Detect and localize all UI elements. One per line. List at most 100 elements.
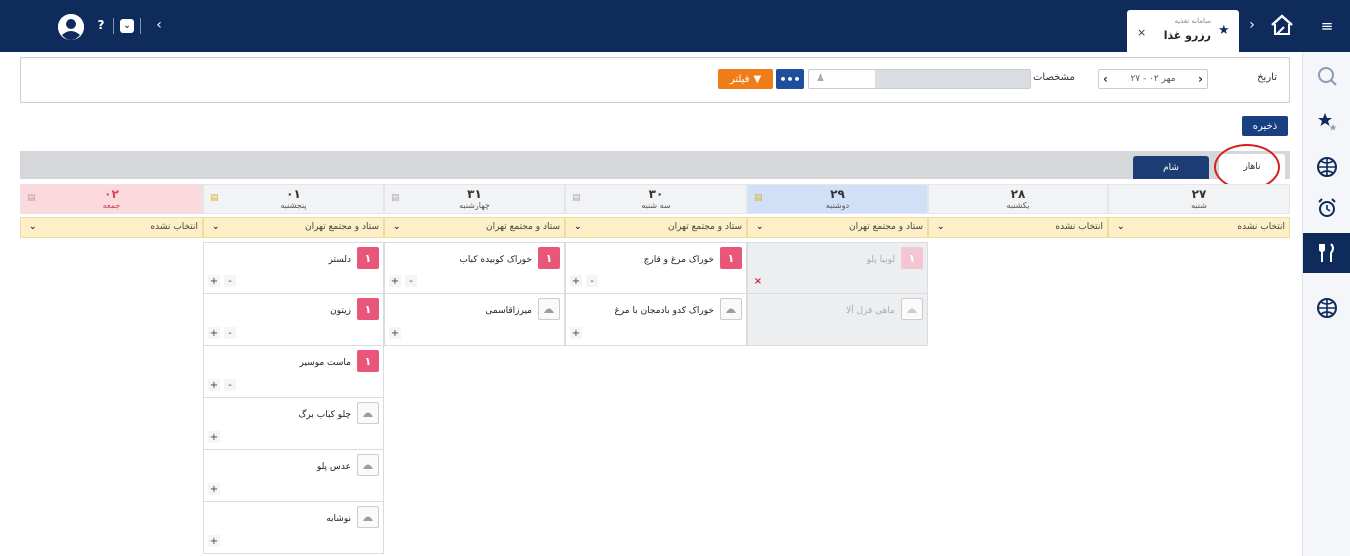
- chevron-left-icon[interactable]: ‹: [150, 16, 168, 34]
- star-icon[interactable]: ★: [1218, 23, 1230, 38]
- chevron-right-icon[interactable]: ›: [1244, 16, 1260, 34]
- decrease-button[interactable]: -: [405, 275, 417, 287]
- increase-button[interactable]: +: [208, 483, 220, 495]
- decrease-button[interactable]: -: [586, 275, 598, 287]
- user-avatar-icon[interactable]: [58, 14, 84, 40]
- day-number: ۲۸: [1010, 187, 1026, 201]
- day-name: چهارشنبه: [459, 201, 490, 210]
- food-placeholder-icon: [901, 298, 923, 320]
- food-name: دلستر: [328, 255, 351, 265]
- location-value: انتخاب نشده: [1055, 222, 1103, 232]
- save-button[interactable]: ذخیره: [1242, 116, 1288, 136]
- increase-button[interactable]: +: [208, 379, 220, 391]
- chevron-right-icon[interactable]: ›: [1198, 72, 1203, 86]
- food-count-badge: ۱: [720, 247, 742, 269]
- filter-button[interactable]: فیلتر ▼: [718, 69, 773, 89]
- date-picker[interactable]: ‹ مهر ۰۲ - ۲۷ ›: [1098, 69, 1208, 89]
- food-name: عدس پلو: [316, 462, 351, 472]
- location-select[interactable]: انتخاب نشده ⌄: [1108, 217, 1290, 238]
- food-count-badge: ۱: [357, 247, 379, 269]
- filter-panel: تاریخ ‹ مهر ۰۲ - ۲۷ › مشخصات ♟ ••• فیلتر…: [20, 57, 1290, 103]
- location-select[interactable]: انتخاب نشده ⌄: [928, 217, 1108, 238]
- increase-button[interactable]: +: [208, 431, 220, 443]
- food-count-badge: ۱: [901, 247, 923, 269]
- food-card: نوشابه +: [203, 502, 384, 554]
- location-select[interactable]: انتخاب نشده ⌄: [20, 217, 203, 238]
- chevron-down-icon: ⌄: [29, 222, 37, 232]
- increase-button[interactable]: +: [208, 275, 220, 287]
- food-card: میرزاقاسمی +: [384, 294, 565, 346]
- day-number: ۲۹: [830, 187, 845, 201]
- day-header-thursday: ▤ ۰۱ پنجشنبه: [203, 184, 384, 214]
- day-header-wednesday: ▤ ۳۱ چهارشنبه: [384, 184, 565, 214]
- location-value: انتخاب نشده: [150, 222, 198, 232]
- food-name: چلو کباب برگ: [298, 410, 351, 420]
- increase-button[interactable]: +: [570, 327, 582, 339]
- food-card: ماهی قزل آلا: [747, 294, 928, 346]
- date-label: تاریخ: [1257, 72, 1277, 83]
- increase-button[interactable]: +: [208, 535, 220, 547]
- day-header-sunday: ۲۸ یکشنبه: [928, 184, 1108, 214]
- help-icon[interactable]: ?: [92, 16, 110, 34]
- globe-icon[interactable]: [1303, 147, 1350, 187]
- location-select[interactable]: ستاد و مجتمع تهران ⌄: [747, 217, 928, 238]
- tab-dinner[interactable]: شام: [1133, 156, 1209, 179]
- food-name: ماهی قزل آلا: [846, 306, 895, 316]
- food-count-badge: ۱: [357, 298, 379, 320]
- location-select[interactable]: ستاد و مجتمع تهران ⌄: [565, 217, 747, 238]
- food-count-badge: ۱: [538, 247, 560, 269]
- decrease-button[interactable]: -: [224, 275, 236, 287]
- more-button[interactable]: •••: [776, 69, 804, 89]
- food-icon[interactable]: [1303, 233, 1350, 273]
- food-placeholder-icon: [357, 402, 379, 424]
- location-value: ستاد و مجتمع تهران: [485, 222, 560, 232]
- top-bar: ? ⌄ ‹ × سامانه تغذیه رزرو غذا ★ › ≡: [0, 0, 1350, 52]
- day-name: شنبه: [1191, 201, 1207, 210]
- food-placeholder-icon: [357, 506, 379, 528]
- home-icon[interactable]: [1268, 12, 1296, 38]
- food-card: ۱ لوبیا پلو ×: [747, 242, 928, 294]
- meal-tabs-strip: [20, 151, 1290, 179]
- date-value: مهر ۰۲ - ۲۷: [1130, 74, 1176, 84]
- favorites-icon[interactable]: [1303, 102, 1350, 142]
- chevron-down-icon[interactable]: ⌄: [120, 19, 134, 33]
- location-select[interactable]: ستاد و مجتمع تهران ⌄: [203, 217, 384, 238]
- alarm-icon[interactable]: [1303, 188, 1350, 228]
- increase-button[interactable]: +: [208, 327, 220, 339]
- chevron-down-icon: ⌄: [937, 222, 945, 232]
- food-name: لوبیا پلو: [866, 255, 895, 265]
- decrease-button[interactable]: -: [224, 327, 236, 339]
- app-window: ? ⌄ ‹ × سامانه تغذیه رزرو غذا ★ › ≡ تاری…: [0, 0, 1350, 556]
- food-card: ۱ ماست موسیر + -: [203, 346, 384, 398]
- tab-food-reservation[interactable]: × سامانه تغذیه رزرو غذا ★: [1127, 10, 1239, 52]
- day-number: ۲۷: [1191, 187, 1207, 201]
- spec-input[interactable]: ♟: [808, 69, 1031, 89]
- day-name: پنجشنبه: [280, 201, 307, 210]
- food-card: عدس پلو +: [203, 450, 384, 502]
- globe-icon[interactable]: [1303, 288, 1350, 328]
- close-tab-icon[interactable]: ×: [1137, 26, 1146, 39]
- day-header-friday: ▤ ۰۲ جمعه: [20, 184, 203, 214]
- location-select[interactable]: ستاد و مجتمع تهران ⌄: [384, 217, 565, 238]
- day-number: ۳۰: [648, 187, 664, 201]
- food-card: ۱ خوراک مرغ و قارچ + -: [565, 242, 747, 294]
- day-name: سه شنبه: [641, 201, 671, 210]
- cancel-reservation-icon[interactable]: ×: [752, 275, 764, 287]
- spec-label: مشخصات: [1033, 72, 1075, 83]
- food-name: خوراک کدو بادمجان با مرغ: [614, 306, 714, 316]
- increase-button[interactable]: +: [570, 275, 582, 287]
- location-value: ستاد و مجتمع تهران: [667, 222, 742, 232]
- separator: [113, 18, 114, 34]
- tab-subtitle: سامانه تغذیه: [1174, 17, 1211, 25]
- day-header-monday: ▤ ۲۹ دوشنبه: [747, 184, 928, 214]
- location-value: ستاد و مجتمع تهران: [848, 222, 923, 232]
- increase-button[interactable]: +: [389, 275, 401, 287]
- search-icon[interactable]: [1303, 56, 1350, 96]
- decrease-button[interactable]: -: [224, 379, 236, 391]
- chevron-left-icon[interactable]: ‹: [1103, 72, 1108, 86]
- food-name: ماست موسیر: [299, 358, 352, 368]
- menu-icon[interactable]: ≡: [1316, 15, 1338, 37]
- increase-button[interactable]: +: [389, 327, 401, 339]
- chevron-down-icon: ⌄: [393, 222, 401, 232]
- day-number: ۰۱: [286, 187, 301, 201]
